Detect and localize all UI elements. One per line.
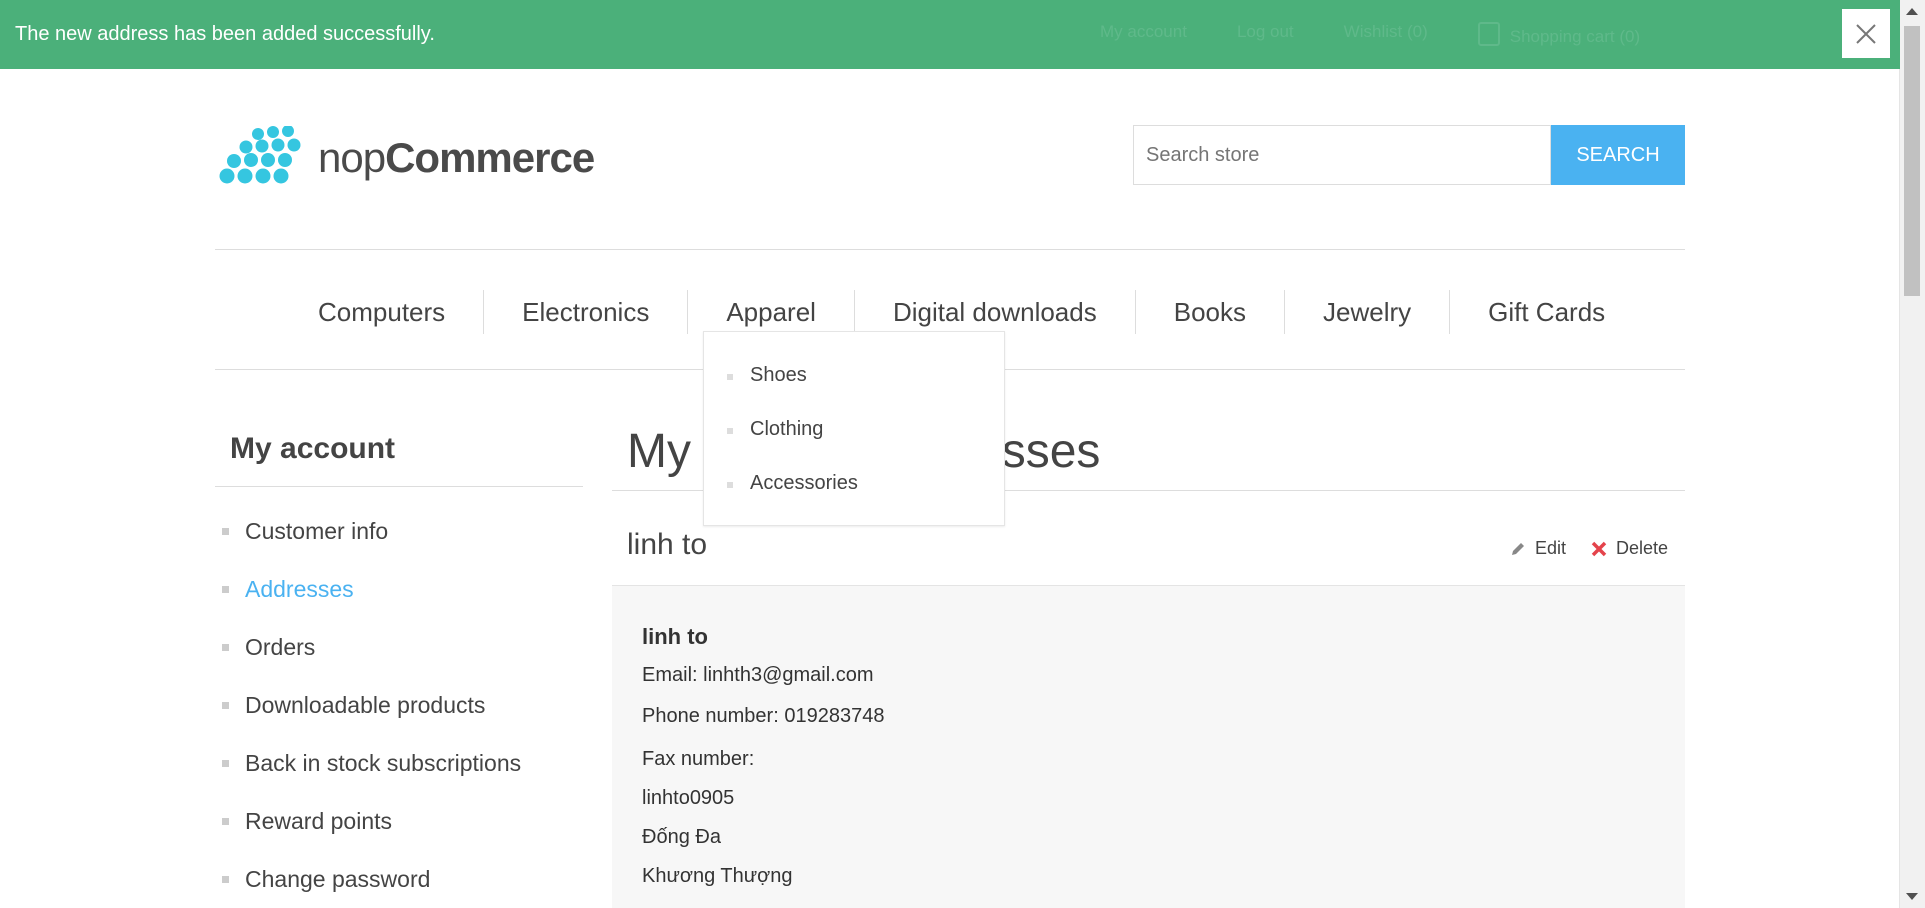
- close-notification-button[interactable]: [1842, 9, 1890, 58]
- scroll-thumb[interactable]: [1904, 26, 1920, 296]
- sidebar-item-downloadable-products[interactable]: Downloadable products: [245, 692, 485, 719]
- address-phone: Phone number: 019283748: [642, 705, 885, 727]
- submenu-item-shoes[interactable]: Shoes: [750, 364, 807, 387]
- menu-item-electronics[interactable]: Electronics: [484, 290, 689, 334]
- menu-top-divider: [215, 249, 1685, 250]
- edit-address-button[interactable]: Edit: [1509, 538, 1566, 559]
- address-full-name: linh to: [642, 624, 708, 649]
- sidebar-bullet: [222, 760, 229, 767]
- submenu-bullet: [727, 374, 733, 380]
- nopcommerce-dots-logo-icon: [219, 126, 301, 184]
- shopping-cart-link[interactable]: Shopping cart (0): [1477, 22, 1641, 47]
- sidebar-bullet: [222, 586, 229, 593]
- submenu-bullet: [727, 428, 733, 434]
- sidebar-title: My account: [230, 432, 396, 465]
- scroll-down-arrow-icon[interactable]: [1906, 893, 1918, 900]
- sidebar-item-reward-points[interactable]: Reward points: [245, 808, 392, 835]
- pencil-icon: [1512, 542, 1524, 555]
- top-menu: Computers Electronics Apparel Digital do…: [280, 290, 1643, 334]
- menu-item-jewelry[interactable]: Jewelry: [1285, 290, 1451, 334]
- address-title: linh to: [627, 528, 708, 561]
- sidebar-bullet: [222, 644, 229, 651]
- edit-label: Edit: [1535, 538, 1567, 558]
- cart-icon: [1477, 22, 1500, 46]
- cart-label: Shopping cart (0): [1509, 27, 1641, 46]
- address-email: Email: linhth3@gmail.com: [642, 664, 874, 686]
- delete-x-icon: [1591, 541, 1607, 556]
- sidebar-bullet: [222, 818, 229, 825]
- page-scrollbar[interactable]: [1899, 0, 1925, 908]
- menu-item-books[interactable]: Books: [1136, 290, 1285, 334]
- delete-address-button[interactable]: Delete: [1590, 538, 1668, 559]
- search-input[interactable]: [1133, 125, 1551, 185]
- sidebar-bullet: [222, 876, 229, 883]
- menu-item-gift-cards[interactable]: Gift Cards: [1450, 290, 1643, 334]
- sidebar-divider: [215, 486, 583, 487]
- address-details-box: [612, 586, 1685, 908]
- sidebar-item-orders[interactable]: Orders: [245, 634, 315, 661]
- wishlist-link[interactable]: Wishlist (0): [1344, 22, 1428, 47]
- submenu-item-accessories[interactable]: Accessories: [750, 472, 858, 495]
- sidebar-item-addresses[interactable]: Addresses: [245, 576, 354, 603]
- submenu-bullet: [727, 482, 733, 488]
- address-line-2: Khương Thượng: [642, 865, 793, 887]
- sidebar-bullet: [222, 528, 229, 535]
- store-logo[interactable]: nopCommerce: [218, 126, 595, 190]
- close-icon: [1856, 23, 1876, 44]
- address-company: linhto0905: [642, 787, 735, 809]
- submenu-item-clothing[interactable]: Clothing: [750, 418, 823, 441]
- apparel-submenu: Shoes Clothing Accessories: [703, 331, 1005, 526]
- sidebar-bullet: [222, 702, 229, 709]
- address-fax: Fax number:: [642, 748, 755, 770]
- search-button[interactable]: SEARCH: [1551, 125, 1685, 185]
- header-links: My account Log out Wishlist (0) Shopping…: [1100, 22, 1640, 47]
- sidebar-item-back-in-stock[interactable]: Back in stock subscriptions: [245, 750, 521, 777]
- delete-label: Delete: [1616, 538, 1669, 558]
- logout-link[interactable]: Log out: [1237, 22, 1294, 47]
- menu-item-computers[interactable]: Computers: [280, 290, 485, 334]
- logo-text: nopCommerce: [318, 134, 595, 181]
- scroll-up-arrow-icon[interactable]: [1906, 8, 1918, 15]
- menu-item-digital-downloads[interactable]: Digital downloads: [855, 290, 1136, 334]
- sidebar-item-customer-info[interactable]: Customer info: [245, 518, 388, 545]
- address-line-1: Đống Đa: [642, 826, 721, 848]
- sidebar-item-change-password[interactable]: Change password: [245, 866, 430, 893]
- my-account-link[interactable]: My account: [1100, 22, 1187, 47]
- menu-item-apparel[interactable]: Apparel: [688, 290, 855, 334]
- notification-message: The new address has been added successfu…: [15, 23, 435, 45]
